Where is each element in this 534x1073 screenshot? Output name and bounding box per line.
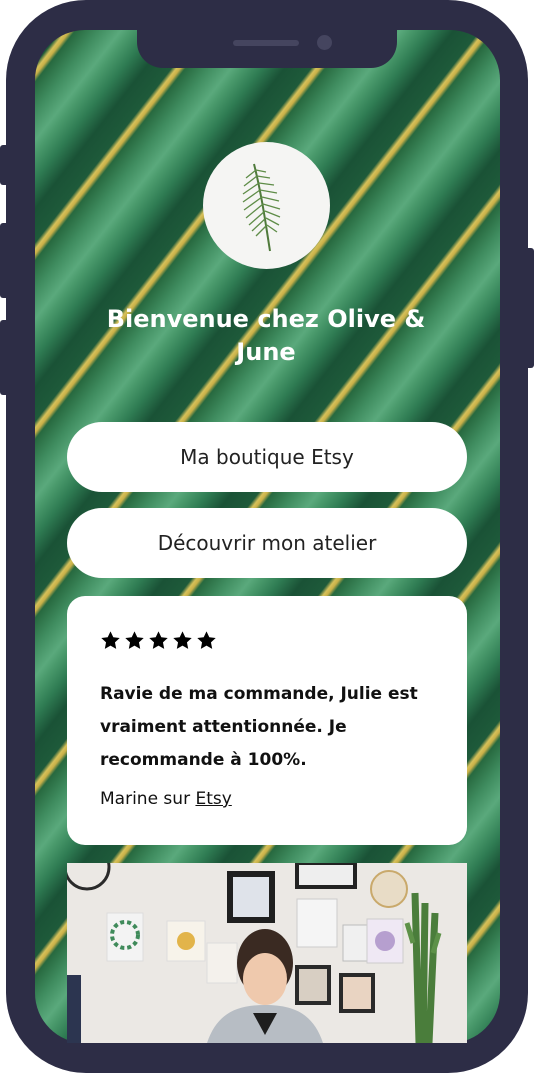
- discover-workshop-button[interactable]: Découvrir mon atelier: [67, 508, 467, 578]
- star-rating: [100, 630, 437, 656]
- review-card: Ravie de ma commande, Julie est vraiment…: [67, 596, 467, 845]
- welcome-title: Bienvenue chez Olive & June: [106, 305, 426, 366]
- star-icon: [173, 631, 192, 649]
- review-text: Ravie de ma commande, Julie est vraiment…: [100, 684, 418, 770]
- star-icon: [149, 631, 168, 649]
- star-icon: [125, 631, 144, 649]
- workshop-photo: [67, 863, 467, 1043]
- workshop-photo-illustration: [67, 863, 467, 1043]
- phone-notch: [137, 30, 397, 68]
- star-icon: [101, 631, 120, 649]
- review-author-name: Marine sur: [100, 789, 196, 809]
- speaker-grille: [233, 40, 299, 46]
- etsy-shop-button[interactable]: Ma boutique Etsy: [67, 422, 467, 492]
- star-icon: [197, 631, 216, 649]
- review-author: Marine sur Etsy: [100, 789, 437, 809]
- palm-leaf-icon: [242, 163, 280, 251]
- etsy-source-link[interactable]: Etsy: [195, 789, 231, 809]
- front-camera: [317, 35, 332, 50]
- profile-avatar: [203, 142, 330, 269]
